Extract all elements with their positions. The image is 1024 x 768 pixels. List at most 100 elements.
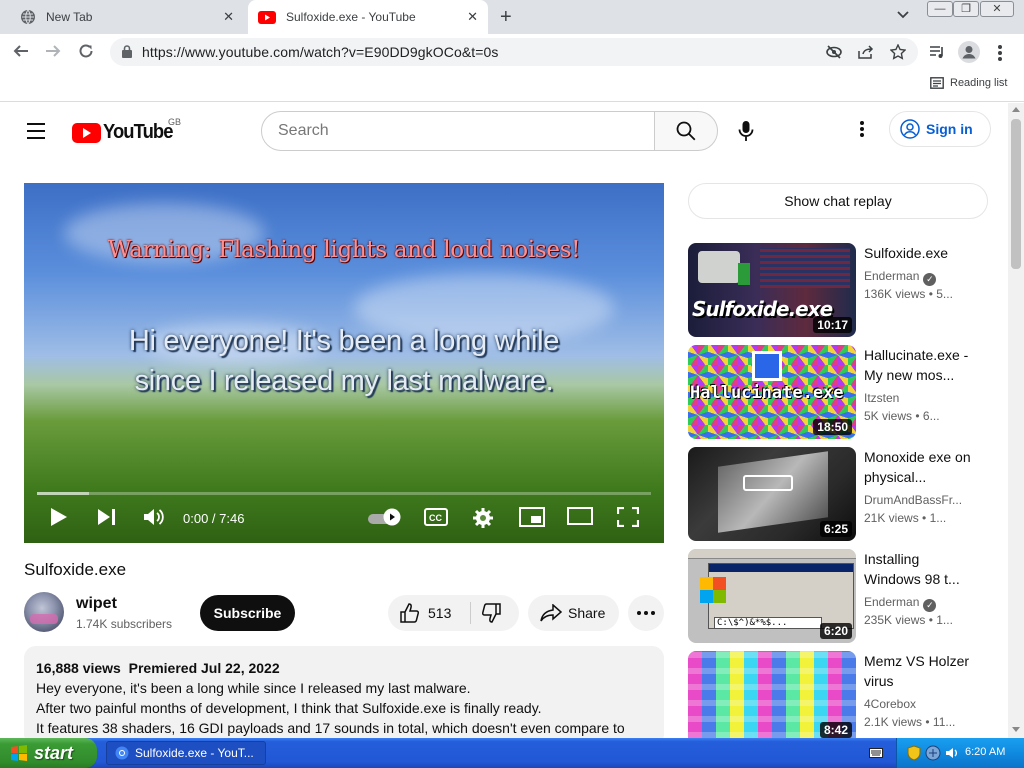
view-count: 2.1K views — [864, 715, 923, 729]
security-shield-icon[interactable] — [907, 745, 921, 761]
chrome-icon — [115, 746, 129, 760]
youtube-logo[interactable]: YouTube GB — [72, 117, 181, 144]
recommended-channel[interactable]: 4Corebox — [864, 697, 916, 711]
recommended-stats: 136K views • 5... — [864, 287, 953, 301]
scrollbar-thumb[interactable] — [1011, 119, 1021, 269]
like-count: 513 — [428, 605, 452, 621]
video-thumbnail[interactable]: 8:42 — [688, 651, 856, 738]
sign-in-button[interactable]: Sign in — [889, 111, 991, 147]
recommended-video[interactable]: C:\$^)&*%$... 6:20 Installing Windows 98… — [688, 549, 988, 643]
recommended-stats: 235K views • 1... — [864, 613, 953, 627]
recommended-video[interactable]: Hallucinate.exe 18:50 Hallucinate.exe - … — [688, 345, 988, 439]
share-button[interactable]: Share — [528, 595, 619, 631]
more-actions-button[interactable] — [628, 595, 664, 631]
video-thumbnail[interactable]: Hallucinate.exe 18:50 — [688, 345, 856, 439]
recommended-video[interactable]: Sulfoxide.exe 10:17 Sulfoxide.exe Enderm… — [688, 243, 988, 337]
play-icon[interactable] — [50, 507, 68, 527]
video-thumbnail[interactable]: 6:25 — [688, 447, 856, 541]
share-label: Share — [568, 605, 606, 621]
theater-mode-icon[interactable] — [567, 507, 593, 525]
share-page-icon[interactable] — [858, 45, 874, 59]
scroll-up-arrow-icon[interactable] — [1012, 107, 1020, 112]
reading-list-button[interactable]: Reading list — [930, 77, 1007, 89]
page-scrollbar[interactable] — [1008, 103, 1024, 739]
video-time: 0:00 / 7:46 — [183, 511, 245, 526]
recommended-title[interactable]: Sulfoxide.exe — [864, 243, 974, 263]
channel-label: DrumAndBassFr... — [864, 493, 963, 507]
recommended-video[interactable]: 6:25 Monoxide exe on physical... DrumAnd… — [688, 447, 988, 541]
restore-window-icon[interactable]: ❐ — [953, 1, 979, 17]
network-icon[interactable] — [925, 745, 941, 761]
recommended-title[interactable]: Memz VS Holzer virus — [864, 651, 974, 691]
tab-search-chevron-icon[interactable] — [897, 8, 909, 22]
recommended-title[interactable]: Installing Windows 98 t... — [864, 549, 974, 589]
new-tab-plus-icon[interactable]: + — [500, 7, 512, 27]
windows-logo-icon — [700, 577, 726, 603]
forward-arrow-icon[interactable] — [45, 43, 61, 63]
reload-icon[interactable] — [78, 43, 94, 63]
volume-icon[interactable] — [143, 507, 165, 527]
voice-search-button[interactable] — [728, 113, 764, 149]
hamburger-menu-icon[interactable] — [27, 123, 45, 144]
video-duration: 10:17 — [813, 317, 852, 333]
channel-avatar[interactable] — [24, 592, 64, 632]
miniplayer-icon[interactable] — [519, 507, 545, 527]
thumbnail-graphic — [760, 248, 850, 288]
recommended-channel[interactable]: DrumAndBassFr... — [864, 493, 962, 507]
volume-tray-icon[interactable] — [945, 746, 959, 760]
settings-more-icon[interactable] — [852, 121, 872, 141]
profile-avatar-icon[interactable] — [958, 41, 980, 63]
tab-title: Sulfoxide.exe - YouTube — [286, 10, 416, 24]
recommended-stats: 5K views • 6... — [864, 409, 940, 423]
tab-youtube[interactable]: Sulfoxide.exe - YouTube ✕ — [248, 0, 488, 34]
autoplay-toggle[interactable] — [368, 508, 402, 526]
url-text[interactable]: https://www.youtube.com/watch?v=E90DD9gk… — [142, 44, 499, 60]
bookmark-star-icon[interactable] — [890, 44, 906, 60]
media-playlist-icon[interactable] — [929, 45, 945, 59]
close-tab-icon[interactable]: ✕ — [467, 10, 478, 24]
recommended-video[interactable]: 8:42 Memz VS Holzer virus 4Corebox 2.1K … — [688, 651, 988, 738]
search-button[interactable] — [654, 111, 718, 151]
minimize-window-icon[interactable]: — — [927, 1, 953, 17]
like-button[interactable]: 513 — [388, 595, 470, 631]
view-count: 5K views — [864, 409, 913, 423]
video-description[interactable]: 16,888 views Premiered Jul 22, 2022 Hey … — [24, 646, 664, 746]
dislike-button[interactable] — [471, 595, 519, 631]
recommended-channel[interactable]: Itzsten — [864, 391, 899, 405]
description-line: It features 38 shaders, 16 GDI payloads … — [36, 720, 625, 736]
recommended-title[interactable]: Hallucinate.exe - My new mos... — [864, 345, 974, 385]
upload-age: • 1... — [928, 613, 953, 627]
video-thumbnail[interactable]: C:\$^)&*%$... 6:20 — [688, 549, 856, 643]
channel-label: Itzsten — [864, 391, 900, 405]
lock-icon[interactable] — [122, 45, 132, 58]
taskbar-window-item[interactable]: Sulfoxide.exe - YouT... — [106, 741, 266, 765]
close-window-icon[interactable]: ✕ — [980, 1, 1014, 17]
video-thumbnail[interactable]: Sulfoxide.exe 10:17 — [688, 243, 856, 337]
address-bar[interactable]: https://www.youtube.com/watch?v=E90DD9gk… — [110, 38, 918, 66]
start-button[interactable]: start — [0, 738, 97, 768]
next-video-icon[interactable] — [97, 507, 117, 527]
fullscreen-icon[interactable] — [617, 507, 639, 527]
search-box[interactable] — [261, 111, 655, 151]
scroll-down-arrow-icon[interactable] — [1012, 727, 1020, 732]
back-arrow-icon[interactable] — [13, 43, 29, 63]
settings-gear-icon[interactable] — [472, 507, 494, 529]
eye-slash-icon[interactable] — [826, 45, 842, 59]
video-player[interactable]: Warning: Flashing lights and loud noises… — [24, 183, 664, 543]
subtitles-cc-icon[interactable]: CC — [424, 507, 448, 527]
browser-menu-icon[interactable] — [998, 45, 1002, 61]
tab-title: New Tab — [46, 10, 93, 24]
recommended-channel[interactable]: Enderman ✓ — [864, 269, 937, 286]
show-chat-replay-button[interactable]: Show chat replay — [688, 183, 988, 219]
subscribe-button[interactable]: Subscribe — [200, 595, 295, 631]
recommended-title[interactable]: Monoxide exe on physical... — [864, 447, 974, 487]
keyboard-icon[interactable] — [869, 748, 883, 758]
channel-name[interactable]: wipet — [76, 595, 117, 613]
video-progress-bar[interactable] — [37, 492, 651, 495]
tab-new-tab[interactable]: New Tab ✕ — [8, 0, 244, 34]
recommended-channel[interactable]: Enderman ✓ — [864, 595, 937, 612]
search-input[interactable] — [278, 122, 638, 140]
more-horizontal-icon — [637, 611, 655, 615]
video-warning-text: Warning: Flashing lights and loud noises… — [107, 237, 581, 263]
close-tab-icon[interactable]: ✕ — [223, 10, 234, 24]
